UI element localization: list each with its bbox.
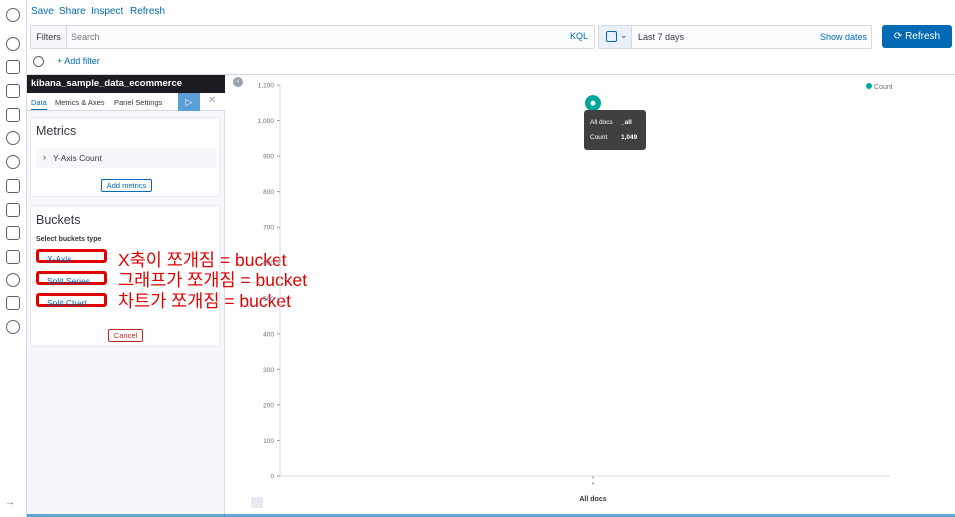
y-tick-label: 1,000 <box>258 118 275 125</box>
compass-icon[interactable] <box>6 37 20 51</box>
chevron-down-icon: ⌄ <box>620 30 628 40</box>
y-tick-label: 300 <box>263 367 274 374</box>
tooltip-value-all-docs: _all <box>621 119 632 126</box>
chevron-right-icon: › <box>43 152 46 162</box>
y-tick-label: 500 <box>263 296 274 303</box>
share-link[interactable]: Share <box>59 6 86 17</box>
select-buckets-label: Select buckets type <box>36 236 102 243</box>
kql-toggle[interactable]: KQL <box>570 31 588 41</box>
y-tick-label: 600 <box>263 260 274 267</box>
top-menu: Save Share Inspect Refresh <box>27 0 955 24</box>
legend-swatch <box>866 83 872 89</box>
add-metrics-button[interactable]: Add metrics <box>101 179 152 192</box>
tooltip-label-all-docs: All docs <box>590 119 613 126</box>
y-tick-label: 200 <box>263 402 274 409</box>
y-tick-label: 0 <box>270 474 274 481</box>
y-tick-label: 900 <box>263 154 274 161</box>
show-dates-link[interactable]: Show dates <box>820 32 867 42</box>
clock-icon[interactable] <box>6 8 20 22</box>
legend-toggle-icon[interactable] <box>251 497 263 508</box>
dev-tools-icon[interactable] <box>6 273 20 287</box>
metrics-title: Metrics <box>36 124 77 138</box>
calendar-icon <box>606 31 617 42</box>
metric-item-label: Y-Axis Count <box>53 153 102 163</box>
tooltip-value-count: 1,049 <box>621 134 638 141</box>
dashboard-icon[interactable] <box>6 84 20 98</box>
quick-menu-button[interactable]: ⌄ <box>599 26 632 48</box>
legend-entry[interactable]: Count <box>874 84 893 91</box>
y-axis: 0 100 200 300 400 500 600 700 800 900 1,000 1,100 <box>258 83 281 481</box>
apply-changes-button[interactable]: ▷ <box>178 93 200 111</box>
x-axis: * All docs <box>280 475 890 503</box>
refresh-button[interactable]: ⟳ Refresh <box>882 25 952 48</box>
metric-item-y-axis[interactable]: › Y-Axis Count <box>36 148 216 168</box>
ml-icon[interactable] <box>6 155 20 169</box>
x-tick-label: * <box>592 482 595 489</box>
tab-metrics-axes[interactable]: Metrics & Axes <box>55 98 105 107</box>
save-link[interactable]: Save <box>31 6 54 17</box>
data-point-center <box>590 100 596 106</box>
search-input[interactable] <box>71 28 551 46</box>
query-bar: Filters KQL <box>30 25 595 49</box>
filter-options-gear-icon[interactable] <box>33 56 44 67</box>
management-gear-icon[interactable] <box>6 320 20 334</box>
y-tick-label: 700 <box>263 225 274 232</box>
inspect-link[interactable]: Inspect <box>91 6 123 17</box>
index-pattern-title: kibana_sample_data_ecommerce <box>27 75 225 93</box>
discard-close-icon[interactable]: ✕ <box>208 95 216 106</box>
x-axis-label: All docs <box>579 496 606 503</box>
filter-row: + Add filter <box>30 53 330 71</box>
refresh-link[interactable]: Refresh <box>130 6 165 17</box>
y-tick-label: 1,100 <box>258 83 275 90</box>
maps-icon[interactable] <box>6 131 20 145</box>
date-range-text[interactable]: Last 7 days <box>638 32 684 42</box>
y-tick-label: 400 <box>263 331 274 338</box>
uptime-icon[interactable] <box>6 250 20 264</box>
chart-tooltip: All docs _all Count 1,049 <box>584 110 646 150</box>
monitoring-icon[interactable] <box>6 296 20 310</box>
app-nav-rail: → <box>0 0 27 517</box>
play-icon: ▷ <box>185 97 193 107</box>
visualize-icon[interactable] <box>6 60 20 74</box>
bucket-x-axis-button[interactable]: X-Axis <box>36 249 107 264</box>
metrics-panel: Metrics › Y-Axis Count Add metrics <box>30 117 220 197</box>
tooltip-label-count: Count <box>590 134 608 141</box>
y-tick-label: 100 <box>263 438 274 445</box>
infra-icon[interactable] <box>6 179 20 193</box>
filters-label: Filters <box>31 26 67 48</box>
chart-legend: Count <box>866 83 893 91</box>
refresh-icon: ⟳ <box>893 31 903 42</box>
bucket-split-series-button[interactable]: Split Series <box>36 271 107 286</box>
editor-tabs: Data Metrics & Axes Panel Settings ▷ ✕ <box>27 93 225 111</box>
canvas-icon[interactable] <box>6 108 20 122</box>
data-points <box>585 95 601 112</box>
expand-nav-icon[interactable]: → <box>5 497 15 508</box>
tab-data[interactable]: Data <box>31 98 47 110</box>
logs-icon[interactable] <box>6 203 20 217</box>
tab-panel-settings[interactable]: Panel Settings <box>114 98 162 107</box>
y-tick-label: 800 <box>263 189 274 196</box>
buckets-title: Buckets <box>36 213 81 227</box>
cancel-button[interactable]: Cancel <box>108 329 143 342</box>
add-filter-link[interactable]: + Add filter <box>57 56 100 66</box>
date-picker: ⌄ Last 7 days Show dates <box>598 25 872 49</box>
apm-icon[interactable] <box>6 226 20 240</box>
refresh-button-label: Refresh <box>905 31 941 42</box>
bucket-split-chart-button[interactable]: Split Chart <box>36 293 107 308</box>
